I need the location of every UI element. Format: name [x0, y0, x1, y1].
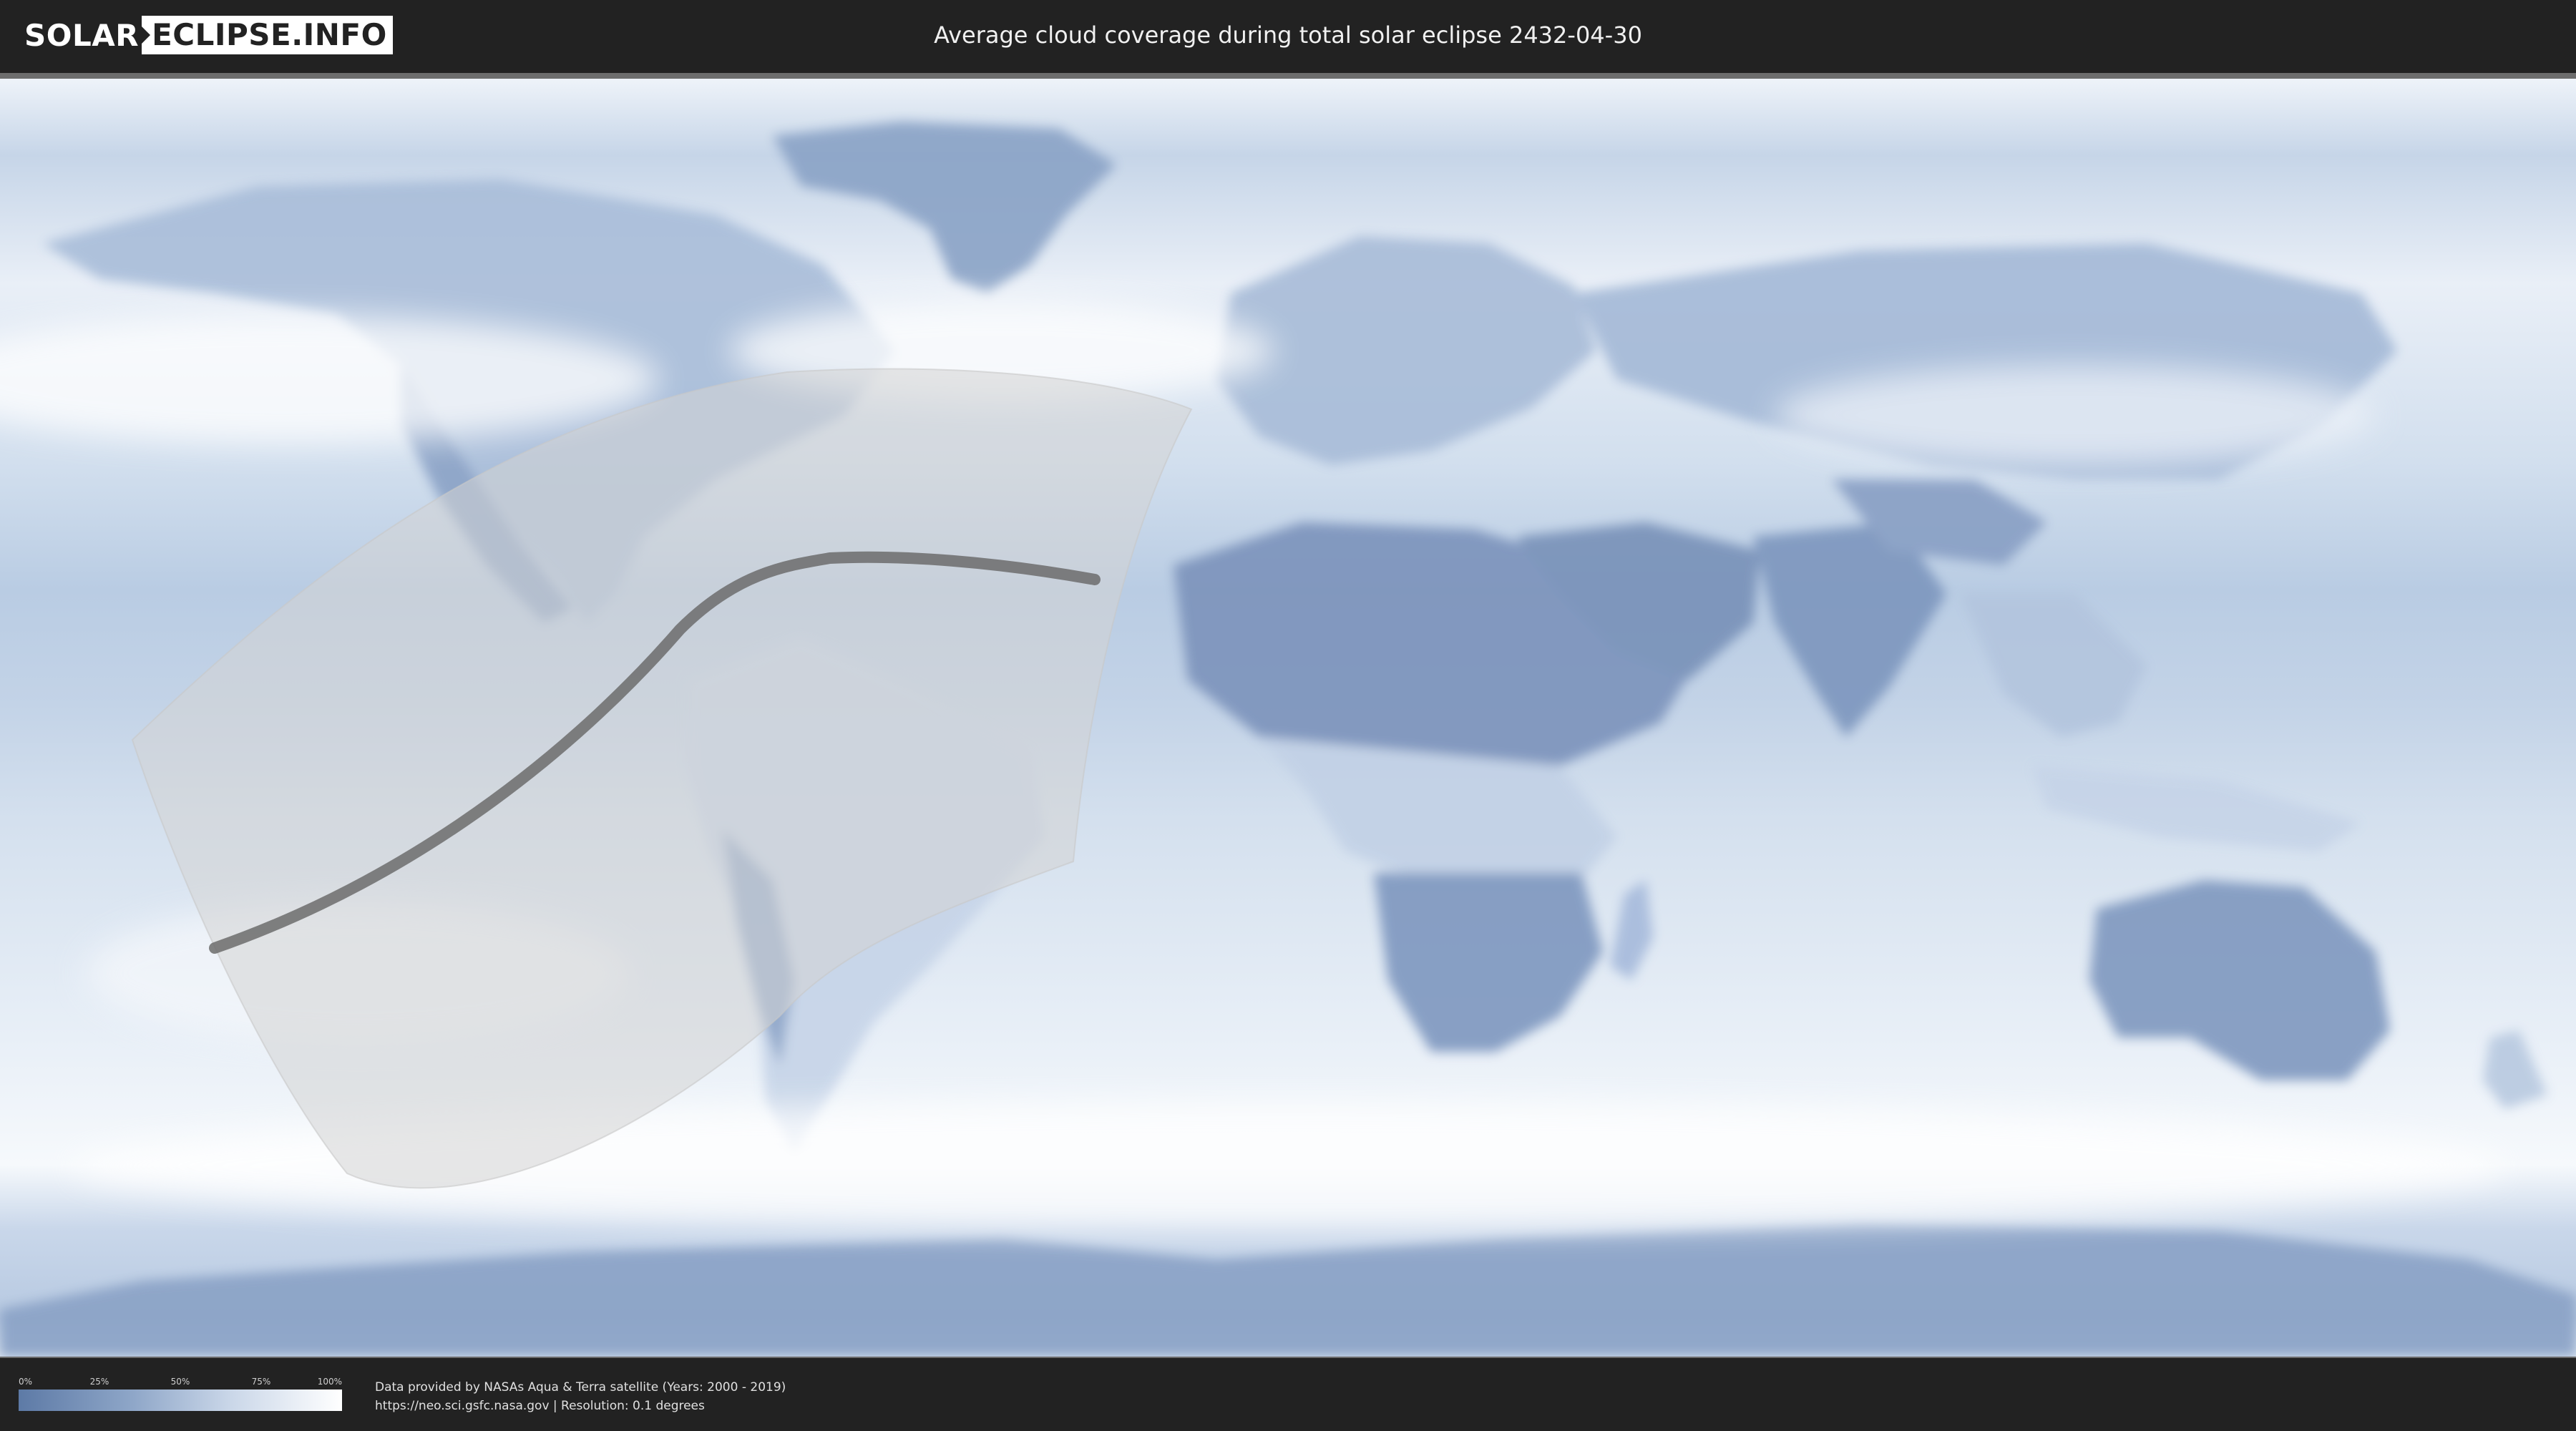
header-bar: SOLAR ECLIPSE.INFO Average cloud coverag…	[0, 0, 2576, 73]
cloud-coverage-legend: 0% 25% 50% 75% 100%	[19, 1377, 342, 1414]
legend-tick-label: 0%	[19, 1377, 33, 1387]
data-credits: Data provided by NASAs Aqua & Terra sate…	[375, 1378, 786, 1415]
page-title: Average cloud coverage during total sola…	[934, 21, 1642, 49]
legend-tick-label: 50%	[170, 1377, 190, 1387]
legend-tick-label: 25%	[89, 1377, 109, 1387]
credits-link[interactable]: https://neo.sci.gsfc.nasa.gov | Resoluti…	[375, 1397, 786, 1415]
credits-source: Data provided by NASAs Aqua & Terra sate…	[375, 1380, 786, 1395]
legend-tick-label: 100%	[317, 1377, 342, 1387]
legend-tick-label: 75%	[251, 1377, 271, 1387]
legend-color-bar	[19, 1390, 342, 1411]
cloud-coverage-map	[0, 79, 2576, 1357]
cloud-band-siberia	[1775, 365, 2376, 465]
